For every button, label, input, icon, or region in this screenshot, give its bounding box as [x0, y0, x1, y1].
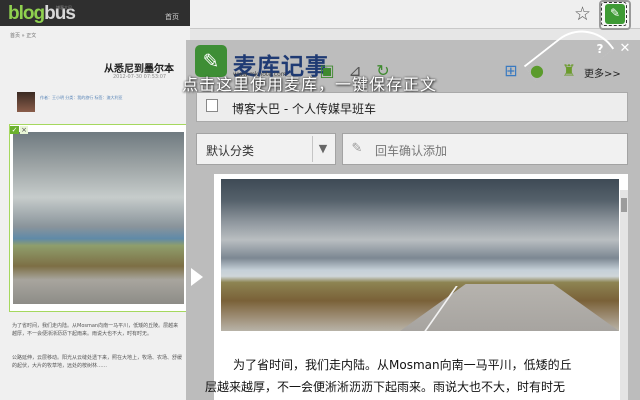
avatar[interactable]	[17, 92, 35, 112]
windows-icon[interactable]: ⊞	[502, 62, 520, 80]
content-paragraph: 为了省时间，我们走内陆。从Mosman向南一马平川，低矮的丘	[233, 358, 572, 372]
blog-home-link[interactable]: 首页	[165, 12, 179, 22]
note-title: 博客大巴 - 个人传媒早班车	[232, 102, 376, 116]
post-photo	[13, 132, 184, 304]
note-title-checkbox[interactable]	[206, 99, 218, 112]
breadcrumb[interactable]: 首页 » 正文	[10, 32, 36, 39]
post-title: 从悉尼到墨尔本	[104, 64, 174, 75]
blog-logo-main: blog	[8, 3, 45, 24]
close-button[interactable]: ✕	[614, 40, 636, 58]
pen-icon: ✎	[609, 6, 621, 20]
close-icon[interactable]: ×	[20, 126, 28, 134]
blog-logo-subtitle: 博客大巴	[56, 5, 72, 10]
tag-input-placeholder: 回车确认添加	[375, 144, 448, 158]
post-date: 2012-07-30 07:53:07	[113, 74, 167, 80]
check-icon[interactable]: ✓	[10, 126, 19, 134]
star-icon[interactable]: ☆	[574, 3, 591, 25]
content-scrollbar-thumb[interactable]	[621, 198, 627, 212]
browser-toolbar	[190, 0, 640, 29]
chevron-down-icon[interactable]: ▼	[312, 136, 333, 162]
arrow-right-icon	[191, 268, 203, 286]
tag-icon: ✎	[351, 141, 363, 156]
content-paragraph: 层越来越厚，不一会便淅淅沥沥下起雨来。雨说大也不大，时有时无	[205, 380, 566, 394]
category-selected-value: 默认分类	[206, 144, 255, 158]
post-meta[interactable]: 作者：王小明 分类：我的旅行 标签：澳大利亚	[40, 95, 123, 101]
post-paragraph: 为了省时间，我们走内陆。从Mosman向南一马平川，低矮的丘陵。层越来越厚，不一…	[12, 323, 179, 337]
post-paragraph: 公路延伸，云层移动。阳光从云缝处透下来，照在大地上，牧场、农场、舒缓的起伏，大片…	[12, 355, 183, 369]
